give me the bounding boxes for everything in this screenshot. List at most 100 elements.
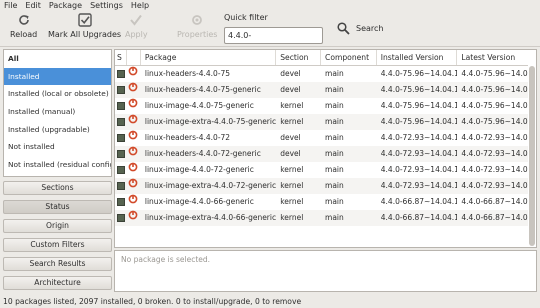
package-icon (127, 114, 141, 130)
column-header-section[interactable]: Section (276, 50, 322, 65)
row-checkbox-cell[interactable] (115, 194, 127, 210)
row-checkbox-cell[interactable] (115, 162, 127, 178)
menu-package[interactable]: Package (49, 1, 82, 10)
installed-version: 4.4.0-72.93~14.04.1 (380, 181, 458, 190)
column-header-package[interactable]: Package (141, 50, 277, 65)
column-header-status[interactable]: S (115, 50, 127, 65)
row-checkbox-cell[interactable] (115, 210, 127, 226)
package-component: main (325, 197, 344, 206)
search-button[interactable]: Search (337, 18, 383, 38)
table-row[interactable]: linux-image-extra-4.4.0-66-generic kernel… (115, 210, 536, 226)
installed-checkbox[interactable] (117, 70, 125, 78)
row-checkbox-cell[interactable] (115, 82, 127, 98)
mark-all-upgrades-button[interactable]: Mark All Upgrades (48, 12, 121, 44)
architecture-button[interactable]: Architecture (3, 276, 112, 290)
search-results-button[interactable]: Search Results (3, 257, 112, 271)
latest-version: 4.4.0-72.93~14.04.1 (461, 149, 536, 158)
table-row[interactable]: linux-image-extra-4.4.0-72-generic kernel… (115, 178, 536, 194)
installed-version: 4.4.0-75.96~14.04.1 (380, 69, 458, 78)
installed-checkbox[interactable] (117, 198, 125, 206)
column-header-icon[interactable] (127, 50, 141, 65)
filter-list: All Installed Installed (local or obsole… (3, 49, 112, 177)
quick-filter-label: Quick filter (224, 13, 268, 22)
package-section: kernel (280, 165, 304, 174)
scrollbar-thumb[interactable] (529, 66, 535, 246)
latest-version: 4.4.0-72.93~14.04.1 (461, 181, 536, 190)
installed-version: 4.4.0-66.87~14.04.1 (380, 213, 458, 222)
package-section: kernel (280, 181, 304, 190)
installed-checkbox[interactable] (117, 182, 125, 190)
row-checkbox-cell[interactable] (115, 146, 127, 162)
table-row[interactable]: linux-image-4.4.0-75-generic kernel main 4.… (115, 98, 536, 114)
column-header-installed-version[interactable]: Installed Version (377, 50, 458, 65)
package-name: linux-headers-4.4.0-72 (144, 133, 231, 142)
latest-version: 4.4.0-72.93~14.04.1 (461, 133, 536, 142)
menu-edit[interactable]: Edit (25, 1, 41, 10)
status-button[interactable]: Status (3, 200, 112, 214)
latest-version: 4.4.0-75.96~14.04.1 (461, 85, 536, 94)
filter-item-not-installed[interactable]: Not installed (4, 138, 111, 156)
apply-button[interactable]: Apply (125, 12, 148, 44)
filter-item-installed[interactable]: Installed (4, 67, 111, 86)
row-checkbox-cell[interactable] (115, 130, 127, 146)
table-row[interactable]: linux-image-extra-4.4.0-75-generic kernel… (115, 114, 536, 130)
installed-version: 4.4.0-66.87~14.04.1 (380, 197, 458, 206)
installed-checkbox[interactable] (117, 86, 125, 94)
latest-version: 4.4.0-75.96~14.04.1 (461, 69, 536, 78)
quick-filter-input[interactable] (224, 27, 323, 44)
reload-button[interactable]: Reload (10, 12, 37, 44)
filter-item-installed-manual[interactable]: Installed (manual) (4, 103, 111, 121)
menu-help[interactable]: Help (131, 1, 149, 10)
installed-checkbox[interactable] (117, 118, 125, 126)
filter-item-residual-config[interactable]: Not installed (residual config) (4, 156, 111, 174)
package-icon (127, 66, 141, 82)
filter-item-installed-upgradable[interactable]: Installed (upgradable) (4, 121, 111, 139)
table-header: S Package Section Component Installed Ve… (115, 50, 536, 66)
apply-icon (129, 12, 143, 28)
table-row[interactable]: linux-image-4.4.0-72-generic kernel main 4.… (115, 162, 536, 178)
table-row[interactable]: linux-image-4.4.0-66-generic kernel main 4.… (115, 194, 536, 210)
package-component: main (325, 149, 344, 158)
installed-checkbox[interactable] (117, 214, 125, 222)
package-name: linux-headers-4.4.0-75 (144, 69, 231, 78)
installed-checkbox[interactable] (117, 150, 125, 158)
row-checkbox-cell[interactable] (115, 98, 127, 114)
menu-file[interactable]: File (4, 1, 17, 10)
table-row[interactable]: linux-headers-4.4.0-72-generic devel main 4… (115, 146, 536, 162)
row-checkbox-cell[interactable] (115, 66, 127, 82)
package-icon (127, 162, 141, 178)
table-scrollbar[interactable] (528, 50, 536, 247)
search-icon (337, 21, 350, 35)
reload-label: Reload (10, 30, 38, 39)
origin-button[interactable]: Origin (3, 219, 112, 233)
installed-checkbox[interactable] (117, 102, 125, 110)
table-row[interactable]: linux-headers-4.4.0-75 devel main 4.4.0-75.… (115, 66, 536, 82)
menu-settings[interactable]: Settings (90, 1, 123, 10)
package-table: S Package Section Component Installed Ve… (114, 49, 537, 248)
installed-checkbox[interactable] (117, 166, 125, 174)
custom-filters-button[interactable]: Custom Filters (3, 238, 112, 252)
column-header-component[interactable]: Component (321, 50, 377, 65)
filter-header-all[interactable]: All (4, 50, 111, 68)
latest-version: 4.4.0-72.93~14.04.1 (461, 165, 536, 174)
mark-all-icon (77, 12, 93, 28)
latest-version: 4.4.0-75.96~14.04.1 (461, 117, 536, 126)
table-row[interactable]: linux-headers-4.4.0-72 devel main 4.4.0-72.… (115, 130, 536, 146)
package-icon (127, 210, 141, 226)
package-section: kernel (280, 213, 304, 222)
package-name: linux-image-extra-4.4.0-66-generic (144, 213, 277, 222)
filter-item-installed-local[interactable]: Installed (local or obsolete) (4, 85, 111, 103)
package-name: linux-headers-4.4.0-72-generic (144, 149, 261, 158)
installed-checkbox[interactable] (117, 134, 125, 142)
sections-button[interactable]: Sections (3, 181, 112, 195)
installed-version: 4.4.0-72.93~14.04.1 (380, 133, 458, 142)
column-header-latest-version[interactable]: Latest Version (457, 50, 536, 65)
table-row[interactable]: linux-headers-4.4.0-75-generic devel main 4… (115, 82, 536, 98)
reload-icon (17, 12, 31, 28)
properties-icon (190, 12, 204, 28)
row-checkbox-cell[interactable] (115, 178, 127, 194)
package-name: linux-image-extra-4.4.0-72-generic (144, 181, 277, 190)
installed-version: 4.4.0-75.96~14.04.1 (380, 117, 458, 126)
properties-button[interactable]: Properties (177, 12, 217, 44)
row-checkbox-cell[interactable] (115, 114, 127, 130)
